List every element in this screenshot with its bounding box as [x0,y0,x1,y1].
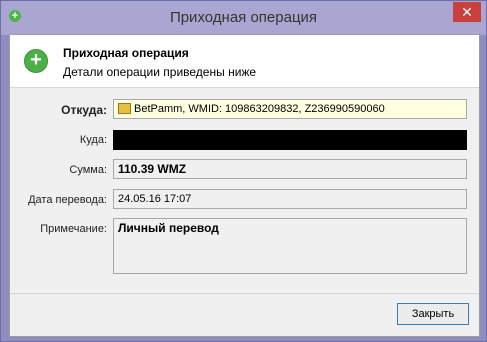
to-label: Куда: [79,134,107,146]
footer-divider [10,293,479,294]
title-bar[interactable]: + Приходная операция ✕ [1,1,486,35]
window-title: Приходная операция [169,9,318,26]
dialog-header: + Приходная операция Детали операции при… [10,35,479,88]
amount-label: Сумма: [69,164,107,176]
date-field[interactable]: 24.05.16 17:07 [113,189,467,209]
close-window-button[interactable]: ✕ [453,2,481,22]
close-button[interactable]: Закрыть [397,303,469,325]
dialog-window: + Приходная операция ✕ + Приходная опера… [0,0,487,342]
to-field[interactable] [113,130,467,150]
note-field[interactable]: Личный перевод [113,218,467,274]
dialog-content: + Приходная операция Детали операции при… [9,34,480,337]
date-label: Дата перевода: [28,194,107,206]
plus-icon: + [24,49,48,73]
header-title: Приходная операция [63,46,189,60]
header-subtitle: Детали операции приведены ниже [63,65,257,79]
from-label: Откуда: [61,103,107,117]
note-label: Примечание: [40,223,107,235]
from-field[interactable]: BetPamm, WMID: 109863209832, Z2369905900… [113,99,467,119]
wallet-icon [118,103,131,114]
amount-field[interactable]: 110.39 WMZ [113,159,467,179]
from-value: BetPamm, WMID: 109863209832, Z2369905900… [134,103,385,115]
